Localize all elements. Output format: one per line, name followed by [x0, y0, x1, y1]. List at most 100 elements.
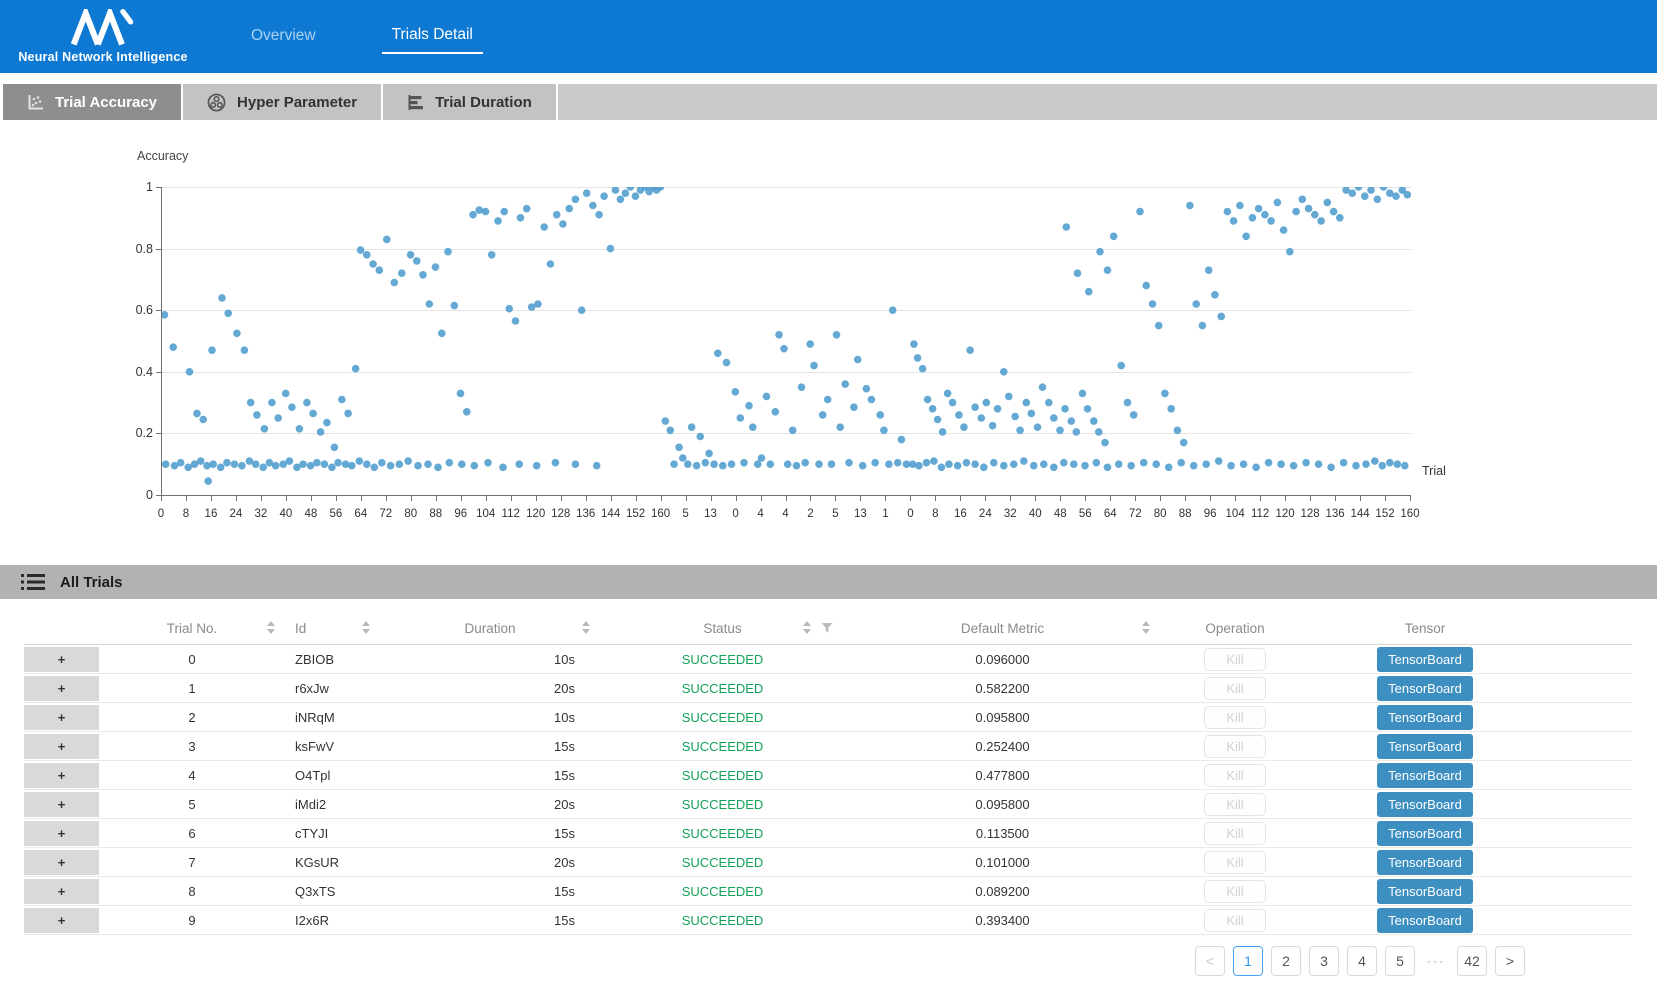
table-row: +7KGsUR20sSUCCEEDED0.101000KillTensorBoa…	[24, 848, 1632, 877]
cell-id: I2x6R	[285, 906, 380, 934]
expand-row-button[interactable]: +	[24, 734, 99, 759]
x-tick-mark	[835, 496, 836, 501]
next-page-button[interactable]: >	[1495, 946, 1525, 976]
tab-hyper-parameter[interactable]: Hyper Parameter	[183, 84, 381, 120]
sort-icon[interactable]	[803, 621, 811, 634]
tensorboard-button[interactable]: TensorBoard	[1377, 792, 1473, 817]
expand-row-button[interactable]: +	[24, 850, 99, 875]
table-body: +0ZBIOB10sSUCCEEDED0.096000KillTensorBoa…	[24, 645, 1632, 935]
cell-id: ksFwV	[285, 732, 380, 760]
expand-row-button[interactable]: +	[24, 676, 99, 701]
nav-tab-trials-detail[interactable]: Trials Detail	[382, 20, 483, 54]
expand-row-button[interactable]: +	[24, 821, 99, 846]
x-tick-label: 24	[979, 508, 992, 520]
tensorboard-button[interactable]: TensorBoard	[1377, 734, 1473, 759]
kill-button[interactable]: Kill	[1204, 735, 1266, 758]
x-tick-mark	[211, 496, 212, 501]
x-tick-mark	[761, 496, 762, 501]
cell-status: SUCCEEDED	[600, 848, 845, 876]
page-button-3[interactable]: 3	[1309, 946, 1339, 976]
tensorboard-button[interactable]: TensorBoard	[1377, 705, 1473, 730]
tensorboard-button[interactable]: TensorBoard	[1377, 821, 1473, 846]
tensorboard-button[interactable]: TensorBoard	[1377, 850, 1473, 875]
tensorboard-button[interactable]: TensorBoard	[1377, 763, 1473, 788]
top-nav: Overview Trials Detail	[241, 0, 483, 73]
x-tick-mark	[686, 496, 687, 501]
tab-trial-accuracy[interactable]: Trial Accuracy	[3, 84, 181, 120]
kill-button[interactable]: Kill	[1204, 909, 1266, 932]
x-tick-label: 160	[651, 508, 670, 520]
expand-row-button[interactable]: +	[24, 908, 99, 933]
page-button-1[interactable]: 1	[1233, 946, 1263, 976]
filter-icon[interactable]	[821, 622, 833, 634]
x-tick-mark	[511, 496, 512, 501]
column-header-duration[interactable]: Duration	[380, 612, 600, 644]
y-tick-mark	[156, 310, 161, 311]
tab-label: Hyper Parameter	[237, 94, 357, 111]
kill-button[interactable]: Kill	[1204, 822, 1266, 845]
section-title: All Trials	[60, 574, 123, 591]
cell-tensor: TensorBoard	[1310, 761, 1540, 789]
tensorboard-button[interactable]: TensorBoard	[1377, 676, 1473, 701]
kill-button[interactable]: Kill	[1204, 851, 1266, 874]
page-button-5[interactable]: 5	[1385, 946, 1415, 976]
cell-operation: Kill	[1160, 732, 1310, 760]
x-tick-mark	[885, 496, 886, 501]
prev-page-button[interactable]: <	[1195, 946, 1225, 976]
sort-icon[interactable]	[582, 621, 590, 634]
sort-icon[interactable]	[1142, 621, 1150, 634]
cell-tensor: TensorBoard	[1310, 732, 1540, 760]
column-header-no[interactable]: Trial No.	[99, 612, 285, 644]
table-row: +8Q3xTS15sSUCCEEDED0.089200KillTensorBoa…	[24, 877, 1632, 906]
top-bar: Neural Network Intelligence OverviewTria…	[0, 0, 1657, 73]
plot-area[interactable]	[161, 187, 1411, 496]
kill-button[interactable]: Kill	[1204, 764, 1266, 787]
x-tick-label: 0	[732, 508, 738, 520]
cell-tensor: TensorBoard	[1310, 703, 1540, 731]
column-header-metric[interactable]: Default Metric	[845, 612, 1160, 644]
tab-label: Trial Duration	[435, 94, 532, 111]
tensorboard-button[interactable]: TensorBoard	[1377, 908, 1473, 933]
expander-cell: +	[24, 790, 99, 818]
cell-operation: Kill	[1160, 819, 1310, 847]
x-tick-label: 13	[854, 508, 867, 520]
scatter-icon	[27, 94, 44, 111]
x-tick-mark	[910, 496, 911, 501]
column-header-status[interactable]: Status	[600, 612, 845, 644]
x-tick-label: 32	[255, 508, 268, 520]
sort-icon[interactable]	[362, 621, 370, 634]
cell-trial-no: 1	[99, 674, 285, 702]
cell-operation: Kill	[1160, 674, 1310, 702]
tab-trial-duration[interactable]: Trial Duration	[383, 84, 556, 120]
x-tick-mark	[586, 496, 587, 501]
table-row: +2iNRqM10sSUCCEEDED0.095800KillTensorBoa…	[24, 703, 1632, 732]
column-header-tensor: Tensor	[1310, 612, 1540, 644]
x-tick-label: 128	[1300, 508, 1319, 520]
tensorboard-button[interactable]: TensorBoard	[1377, 647, 1473, 672]
page-button-42[interactable]: 42	[1457, 946, 1487, 976]
kill-button[interactable]: Kill	[1204, 793, 1266, 816]
x-tick-mark	[161, 496, 162, 501]
x-tick-label: 0	[158, 508, 164, 520]
x-tick-mark	[1310, 496, 1311, 501]
expand-row-button[interactable]: +	[24, 879, 99, 904]
kill-button[interactable]: Kill	[1204, 677, 1266, 700]
expand-row-button[interactable]: +	[24, 792, 99, 817]
kill-button[interactable]: Kill	[1204, 648, 1266, 671]
expand-row-button[interactable]: +	[24, 647, 99, 672]
column-header-label: Tensor	[1405, 621, 1446, 636]
tensorboard-button[interactable]: TensorBoard	[1377, 879, 1473, 904]
x-tick-mark	[1110, 496, 1111, 501]
kill-button[interactable]: Kill	[1204, 706, 1266, 729]
x-tick-mark	[985, 496, 986, 501]
page-button-2[interactable]: 2	[1271, 946, 1301, 976]
expand-row-button[interactable]: +	[24, 763, 99, 788]
page-button-4[interactable]: 4	[1347, 946, 1377, 976]
nav-tab-overview[interactable]: Overview	[241, 21, 326, 53]
y-tick-label: 0.6	[123, 303, 153, 317]
sort-icon[interactable]	[267, 621, 275, 634]
column-header-id[interactable]: Id	[285, 612, 380, 644]
expand-row-button[interactable]: +	[24, 705, 99, 730]
x-tick-label: 96	[1204, 508, 1217, 520]
kill-button[interactable]: Kill	[1204, 880, 1266, 903]
